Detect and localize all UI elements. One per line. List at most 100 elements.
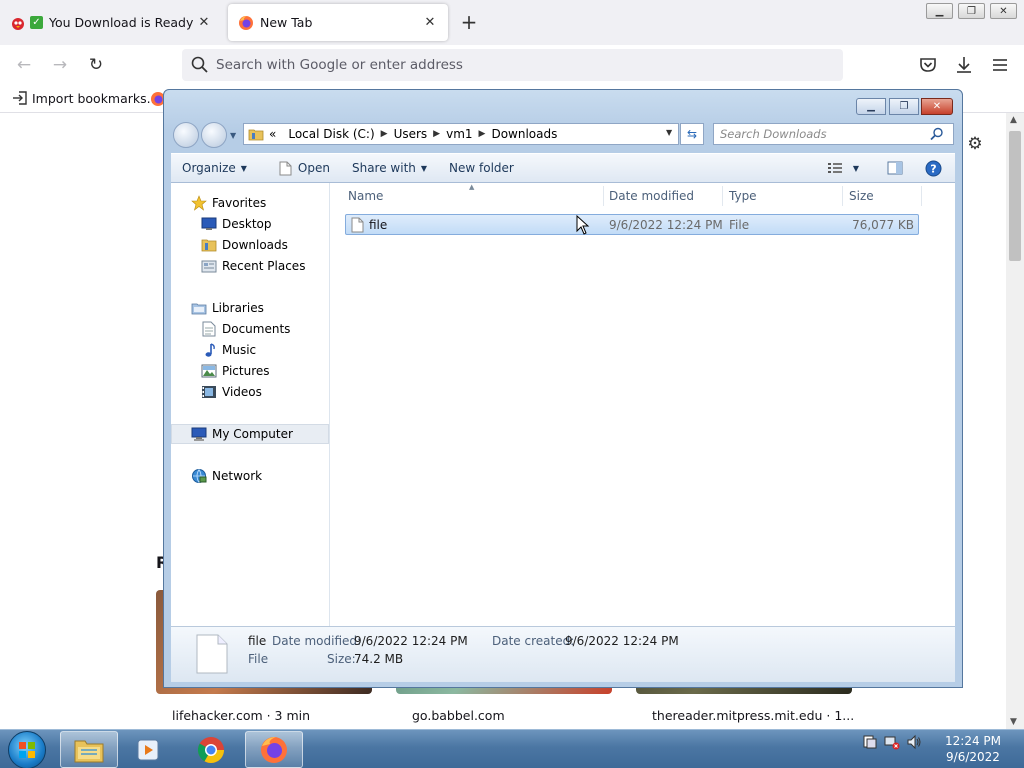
nav-my-computer[interactable]: My Computer bbox=[171, 424, 329, 444]
desktop-icon bbox=[201, 216, 217, 232]
hamburger-menu-icon[interactable] bbox=[990, 55, 1010, 75]
nav-music[interactable]: Music bbox=[171, 340, 329, 360]
search-box[interactable] bbox=[713, 123, 954, 145]
forward-arrow-icon[interactable]: → bbox=[48, 53, 72, 77]
minimize-button[interactable]: ▁ bbox=[856, 98, 886, 115]
pocket-icon[interactable] bbox=[918, 55, 938, 75]
column-header-type[interactable]: Type bbox=[729, 189, 757, 209]
column-header-date-modified[interactable]: Date modified bbox=[609, 189, 694, 209]
breadcrumb-downloads[interactable]: Downloads bbox=[485, 127, 563, 141]
taskbar-chrome[interactable] bbox=[182, 731, 240, 768]
maximize-button[interactable]: ❐ bbox=[889, 98, 919, 115]
story-source[interactable]: lifehacker.com · 3 min bbox=[172, 708, 310, 723]
scrollbar-thumb[interactable] bbox=[1009, 131, 1021, 261]
nav-network[interactable]: Network bbox=[171, 466, 329, 486]
nav-label: Downloads bbox=[222, 238, 288, 252]
new-tab-button[interactable]: + bbox=[458, 12, 480, 34]
back-arrow-icon[interactable]: ← bbox=[12, 53, 36, 77]
breadcrumb-local-disk[interactable]: Local Disk (C:) bbox=[282, 127, 380, 141]
volume-icon[interactable] bbox=[906, 734, 922, 750]
table-row[interactable]: file 9/6/2022 12:24 PM File 76,077 KB bbox=[345, 214, 919, 235]
details-date-modified: 9/6/2022 12:24 PM bbox=[354, 634, 468, 648]
chrome-icon bbox=[197, 736, 225, 763]
details-date-created: 9/6/2022 12:24 PM bbox=[565, 634, 679, 648]
documents-icon bbox=[201, 321, 217, 337]
breadcrumb-chevron-icon[interactable]: ▶ bbox=[433, 129, 440, 139]
breadcrumb-users[interactable]: Users bbox=[388, 127, 434, 141]
page-scrollbar[interactable]: ▲ ▼ bbox=[1006, 113, 1024, 729]
nav-documents[interactable]: Documents bbox=[171, 319, 329, 339]
details-pane: file File Date modified: 9/6/2022 12:24 … bbox=[171, 626, 955, 682]
taskbar-firefox[interactable] bbox=[245, 731, 303, 768]
file-name: file bbox=[369, 218, 388, 232]
minimize-button[interactable]: ▁ bbox=[926, 3, 953, 19]
share-with-button[interactable]: Share with ▼ bbox=[343, 156, 436, 180]
action-center-icon[interactable] bbox=[862, 734, 878, 750]
taskbar-explorer[interactable] bbox=[60, 731, 118, 768]
folder-icon bbox=[248, 129, 264, 141]
recent-pages-dropdown-icon[interactable]: ▼ bbox=[230, 131, 236, 140]
start-button[interactable] bbox=[8, 731, 46, 768]
nav-recent-places[interactable]: Recent Places bbox=[171, 256, 329, 276]
close-window-button[interactable]: ✕ bbox=[990, 3, 1017, 19]
import-bookmarks-button[interactable]: Import bookmarks... bbox=[12, 90, 159, 106]
nav-libraries[interactable]: Libraries bbox=[171, 298, 329, 318]
column-divider[interactable] bbox=[603, 186, 604, 206]
close-window-button[interactable]: ✕ bbox=[921, 98, 953, 115]
nav-pictures[interactable]: Pictures bbox=[171, 361, 329, 381]
organize-label: Organize bbox=[182, 161, 236, 175]
breadcrumb-overflow-icon[interactable]: « bbox=[264, 127, 282, 141]
column-divider[interactable] bbox=[722, 186, 723, 206]
nav-favorites[interactable]: Favorites bbox=[171, 193, 329, 213]
open-label: Open bbox=[297, 161, 330, 175]
scroll-up-arrow-icon[interactable]: ▲ bbox=[1010, 115, 1017, 125]
story-source[interactable]: go.babbel.com bbox=[412, 708, 505, 723]
reload-icon[interactable]: ↻ bbox=[84, 53, 108, 77]
open-button[interactable]: Open bbox=[270, 156, 339, 180]
address-dropdown-icon[interactable]: ▼ bbox=[666, 128, 676, 140]
libraries-icon bbox=[191, 300, 207, 316]
preview-pane-button[interactable] bbox=[878, 156, 912, 180]
change-view-button[interactable]: ▼ bbox=[818, 156, 868, 180]
close-icon[interactable]: ✕ bbox=[422, 15, 438, 31]
details-date-modified-label: Date modified: bbox=[272, 634, 362, 648]
column-header-size[interactable]: Size bbox=[849, 189, 874, 209]
search-input[interactable] bbox=[720, 127, 930, 141]
organize-button[interactable]: Organize ▼ bbox=[173, 156, 256, 180]
back-button[interactable] bbox=[173, 122, 199, 148]
tab-new-tab[interactable]: New Tab ✕ bbox=[228, 4, 448, 41]
restore-button[interactable]: ❐ bbox=[958, 3, 985, 19]
column-divider[interactable] bbox=[921, 186, 922, 206]
network-warning-icon[interactable] bbox=[884, 734, 900, 750]
nav-videos[interactable]: Videos bbox=[171, 382, 329, 402]
details-file-name: file bbox=[248, 634, 267, 648]
checkmark-icon: ✓ bbox=[30, 16, 43, 29]
new-folder-button[interactable]: New folder bbox=[440, 156, 523, 180]
explorer-window: ▁ ❐ ✕ ▼ « Local Disk (C:) ▶ Users ▶ vm1 … bbox=[163, 89, 963, 688]
downloads-icon[interactable] bbox=[954, 55, 974, 75]
gear-icon[interactable]: ⚙ bbox=[965, 134, 985, 154]
story-source[interactable]: thereader.mitpress.mit.edu · 1... bbox=[652, 708, 854, 723]
taskbar-clock[interactable]: 12:24 PM 9/6/2022 bbox=[930, 733, 1016, 765]
scroll-down-arrow-icon[interactable]: ▼ bbox=[1010, 717, 1017, 727]
breadcrumb-chevron-icon[interactable]: ▶ bbox=[479, 129, 486, 139]
close-icon[interactable]: ✕ bbox=[196, 15, 212, 31]
url-input[interactable] bbox=[216, 57, 816, 73]
nav-downloads[interactable]: Downloads bbox=[171, 235, 329, 255]
column-header-name[interactable]: Name bbox=[348, 189, 383, 209]
search-icon[interactable] bbox=[930, 127, 944, 141]
url-bar[interactable] bbox=[182, 49, 843, 81]
address-bar[interactable]: « Local Disk (C:) ▶ Users ▶ vm1 ▶ Downlo… bbox=[243, 123, 679, 145]
breadcrumb-vm1[interactable]: vm1 bbox=[440, 127, 478, 141]
forward-button[interactable] bbox=[201, 122, 227, 148]
column-divider[interactable] bbox=[842, 186, 843, 206]
command-bar: Organize ▼ Open Share with ▼ New folder … bbox=[171, 153, 955, 183]
breadcrumb-chevron-icon[interactable]: ▶ bbox=[381, 129, 388, 139]
taskbar-media-player[interactable] bbox=[120, 731, 178, 768]
clock-date: 9/6/2022 bbox=[946, 750, 1000, 764]
system-tray bbox=[862, 734, 922, 750]
help-button[interactable]: ? bbox=[916, 156, 951, 180]
refresh-button[interactable]: ⇆ bbox=[680, 123, 704, 145]
nav-desktop[interactable]: Desktop bbox=[171, 214, 329, 234]
tab-download-ready[interactable]: ✓ You Download is Ready ✕ bbox=[0, 4, 222, 41]
